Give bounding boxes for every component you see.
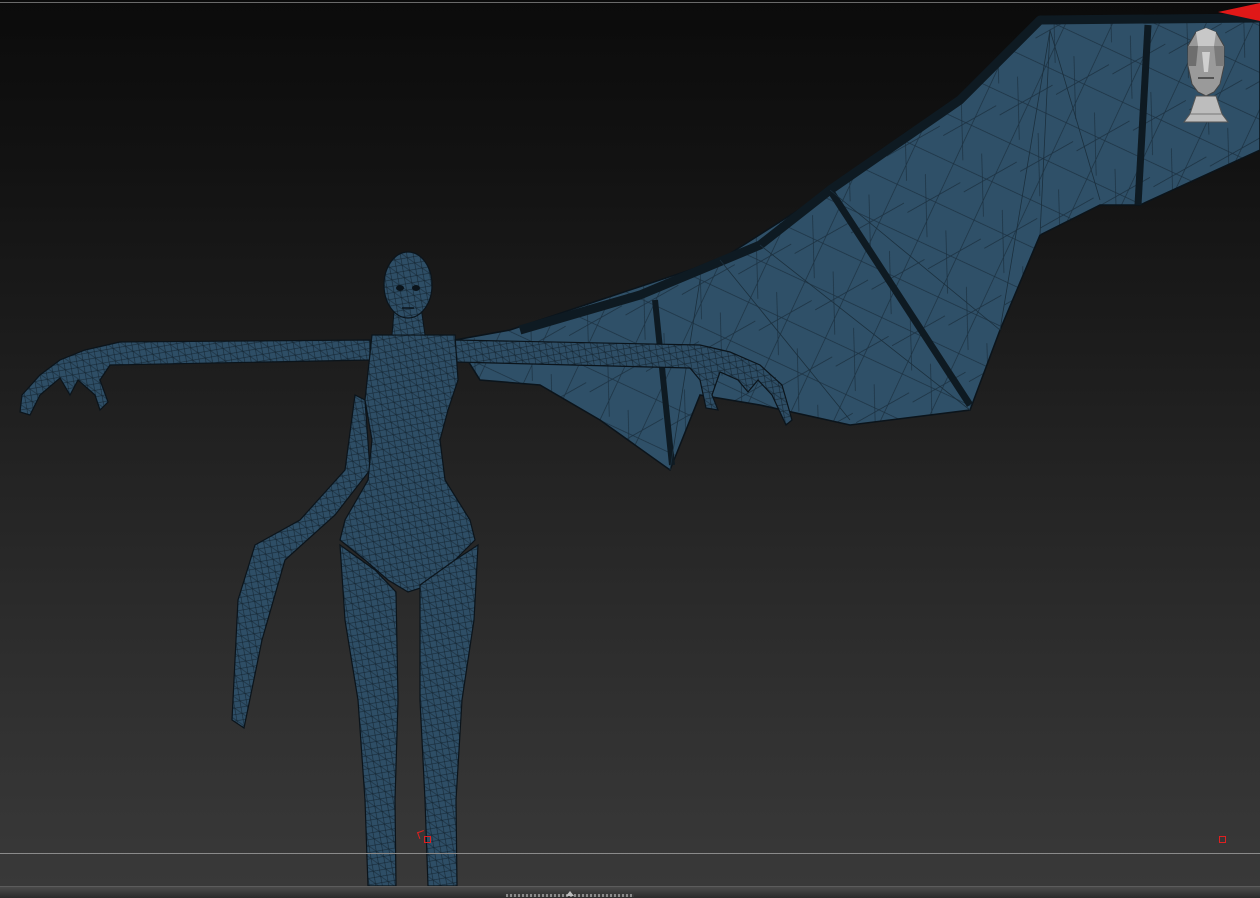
bottom-shelf [0, 886, 1260, 898]
perspective-toggle-icon[interactable] [1218, 3, 1260, 25]
legs [339, 543, 479, 886]
head-gizmo-icon[interactable] [1178, 26, 1234, 126]
floor-grid-line [0, 853, 1260, 854]
head [383, 251, 433, 336]
wireframe-model[interactable] [0, 0, 1260, 886]
square-marker-icon[interactable] [424, 836, 431, 843]
chevron-up-icon[interactable] [566, 891, 574, 896]
wing [453, 13, 1260, 472]
3d-viewport[interactable] [0, 0, 1260, 886]
square-marker-icon[interactable] [1219, 836, 1226, 843]
